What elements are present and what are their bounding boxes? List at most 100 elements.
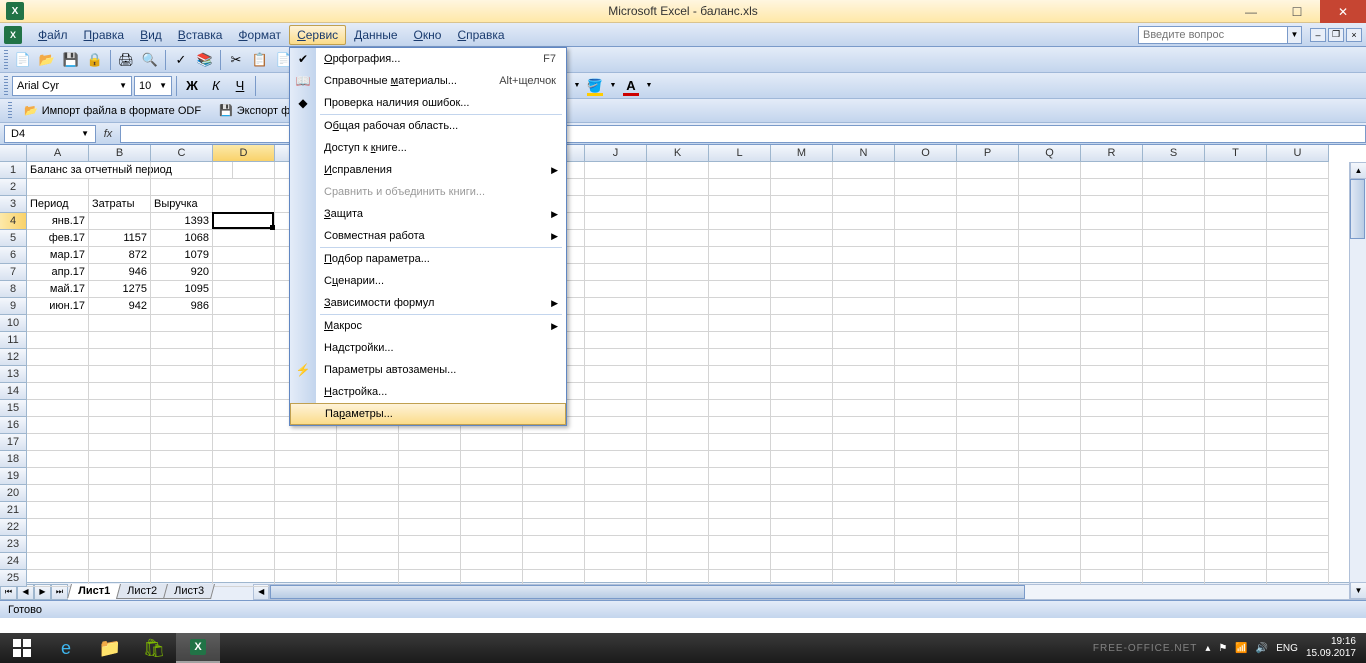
row-header-16[interactable]: 16 bbox=[0, 417, 27, 434]
cell-Q1[interactable] bbox=[1019, 162, 1081, 179]
start-button[interactable] bbox=[0, 633, 44, 663]
sheet-tab-Лист1[interactable]: Лист1 bbox=[67, 584, 121, 599]
cell-D6[interactable] bbox=[213, 247, 275, 264]
row-header-14[interactable]: 14 bbox=[0, 383, 27, 400]
cell-T11[interactable] bbox=[1205, 332, 1267, 349]
mdi-minimize-button[interactable]: – bbox=[1310, 28, 1326, 42]
column-header-Q[interactable]: Q bbox=[1019, 145, 1081, 162]
row-header-22[interactable]: 22 bbox=[0, 519, 27, 536]
cell-U6[interactable] bbox=[1267, 247, 1329, 264]
toolbar-grip[interactable] bbox=[8, 102, 12, 120]
cell-C4[interactable]: 1393 bbox=[151, 213, 213, 230]
cell-B4[interactable] bbox=[89, 213, 151, 230]
cell-K7[interactable] bbox=[647, 264, 709, 281]
cell-S14[interactable] bbox=[1143, 383, 1205, 400]
cell-A13[interactable] bbox=[27, 366, 89, 383]
cell-J12[interactable] bbox=[585, 349, 647, 366]
cell-B2[interactable] bbox=[89, 179, 151, 196]
cell-P14[interactable] bbox=[957, 383, 1019, 400]
cell-U20[interactable] bbox=[1267, 485, 1329, 502]
cell-I17[interactable] bbox=[523, 434, 585, 451]
cell-L18[interactable] bbox=[709, 451, 771, 468]
cell-N8[interactable] bbox=[833, 281, 895, 298]
cell-G22[interactable] bbox=[399, 519, 461, 536]
vertical-scroll-thumb[interactable] bbox=[1350, 179, 1365, 239]
cell-J21[interactable] bbox=[585, 502, 647, 519]
row-header-23[interactable]: 23 bbox=[0, 536, 27, 553]
row-header-6[interactable]: 6 bbox=[0, 247, 27, 264]
cell-D18[interactable] bbox=[213, 451, 275, 468]
cell-O24[interactable] bbox=[895, 553, 957, 570]
cell-L16[interactable] bbox=[709, 417, 771, 434]
cell-M16[interactable] bbox=[771, 417, 833, 434]
cell-E24[interactable] bbox=[275, 553, 337, 570]
cell-J4[interactable] bbox=[585, 213, 647, 230]
menu-item-проверка-наличия-ошибок[interactable]: ◆Проверка наличия ошибок... bbox=[290, 92, 566, 114]
cell-J8[interactable] bbox=[585, 281, 647, 298]
scroll-up-button[interactable]: ▲ bbox=[1350, 162, 1366, 179]
cell-U18[interactable] bbox=[1267, 451, 1329, 468]
cell-J14[interactable] bbox=[585, 383, 647, 400]
cell-T18[interactable] bbox=[1205, 451, 1267, 468]
cell-A2[interactable] bbox=[27, 179, 89, 196]
cell-J3[interactable] bbox=[585, 196, 647, 213]
cell-G24[interactable] bbox=[399, 553, 461, 570]
menu-данные[interactable]: Данные bbox=[346, 25, 405, 45]
tray-network-icon[interactable]: 📶 bbox=[1235, 643, 1247, 654]
cell-B13[interactable] bbox=[89, 366, 151, 383]
cell-T4[interactable] bbox=[1205, 213, 1267, 230]
cell-G18[interactable] bbox=[399, 451, 461, 468]
cell-L24[interactable] bbox=[709, 553, 771, 570]
cell-K14[interactable] bbox=[647, 383, 709, 400]
cell-U13[interactable] bbox=[1267, 366, 1329, 383]
cell-F22[interactable] bbox=[337, 519, 399, 536]
sheet-tab-Лист3[interactable]: Лист3 bbox=[163, 584, 215, 599]
fx-button[interactable]: fx bbox=[96, 128, 120, 140]
cell-O8[interactable] bbox=[895, 281, 957, 298]
cell-H17[interactable] bbox=[461, 434, 523, 451]
cell-J13[interactable] bbox=[585, 366, 647, 383]
cell-T21[interactable] bbox=[1205, 502, 1267, 519]
cell-R23[interactable] bbox=[1081, 536, 1143, 553]
cell-C18[interactable] bbox=[151, 451, 213, 468]
menu-item-надстройки[interactable]: Надстройки... bbox=[290, 337, 566, 359]
vertical-scrollbar[interactable]: ▲ ▼ bbox=[1349, 162, 1366, 599]
cell-J20[interactable] bbox=[585, 485, 647, 502]
bold-button[interactable]: Ж bbox=[181, 75, 203, 97]
cell-R1[interactable] bbox=[1081, 162, 1143, 179]
cell-U8[interactable] bbox=[1267, 281, 1329, 298]
cell-L2[interactable] bbox=[709, 179, 771, 196]
cell-A12[interactable] bbox=[27, 349, 89, 366]
row-header-8[interactable]: 8 bbox=[0, 281, 27, 298]
cell-S9[interactable] bbox=[1143, 298, 1205, 315]
cell-M3[interactable] bbox=[771, 196, 833, 213]
cell-R3[interactable] bbox=[1081, 196, 1143, 213]
toolbar-grip[interactable] bbox=[4, 76, 8, 96]
cell-Q18[interactable] bbox=[1019, 451, 1081, 468]
cell-U4[interactable] bbox=[1267, 213, 1329, 230]
cell-A22[interactable] bbox=[27, 519, 89, 536]
cell-U3[interactable] bbox=[1267, 196, 1329, 213]
cell-J10[interactable] bbox=[585, 315, 647, 332]
sheet-tab-Лист2[interactable]: Лист2 bbox=[116, 584, 168, 599]
maximize-button[interactable]: ☐ bbox=[1274, 0, 1320, 23]
row-header-12[interactable]: 12 bbox=[0, 349, 27, 366]
cell-L6[interactable] bbox=[709, 247, 771, 264]
cell-O23[interactable] bbox=[895, 536, 957, 553]
cell-G19[interactable] bbox=[399, 468, 461, 485]
cell-I19[interactable] bbox=[523, 468, 585, 485]
cell-B21[interactable] bbox=[89, 502, 151, 519]
cell-A9[interactable]: июн.17 bbox=[27, 298, 89, 315]
cell-N19[interactable] bbox=[833, 468, 895, 485]
permissions-button[interactable]: 🔒 bbox=[84, 49, 106, 71]
cell-B15[interactable] bbox=[89, 400, 151, 417]
horizontal-scroll-thumb[interactable] bbox=[270, 585, 1025, 599]
cell-M21[interactable] bbox=[771, 502, 833, 519]
cell-Q5[interactable] bbox=[1019, 230, 1081, 247]
cell-S12[interactable] bbox=[1143, 349, 1205, 366]
cell-M2[interactable] bbox=[771, 179, 833, 196]
cell-U15[interactable] bbox=[1267, 400, 1329, 417]
cell-C15[interactable] bbox=[151, 400, 213, 417]
cell-S19[interactable] bbox=[1143, 468, 1205, 485]
cell-C6[interactable]: 1079 bbox=[151, 247, 213, 264]
